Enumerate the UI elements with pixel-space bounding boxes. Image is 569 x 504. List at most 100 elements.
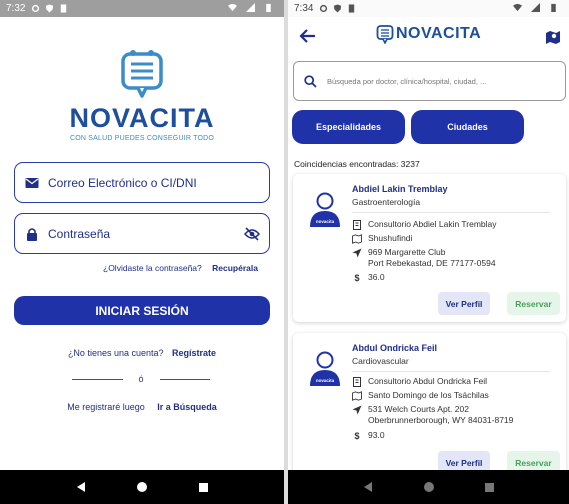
system-nav-bar [0,470,284,504]
doctor-specialty: Gastroenterología [352,197,421,207]
price-row: $ 36.0 [352,272,385,283]
office-row: Consultorio Abdul Ondricka Feil [352,376,487,387]
sd-card-icon [349,4,355,13]
home-nav-icon[interactable] [423,481,435,493]
doctor-name: Abdiel Lakin Tremblay [352,184,448,194]
address-line-2: Port Rebekastad, DE 77177-0594 [368,258,496,268]
matches-count: Coincidencias encontradas: 3237 [294,159,420,169]
card-divider [352,212,550,213]
search-icon [304,74,317,88]
register-later-link[interactable]: Me registraré luego [67,402,145,412]
brand-tagline: CON SALUD PUEDES CONSEGUIR TODO [69,135,215,142]
go-to-search-link[interactable]: Ir a Búsqueda [157,402,217,412]
chat-document-icon [376,25,394,44]
app-logo: NOVACITA CON SALUD PUEDES CONSEGUIR TODO [0,48,284,142]
login-screen: 7:32 NOVACITA CON SALUD PUEDES CONSEGUIR… [0,0,284,504]
battery-icon [266,3,271,12]
brand-name: NOVACITA [69,103,215,133]
divider-line [159,378,211,380]
forgot-password-row: ¿Olvidaste la contraseña? Recupérala [103,263,258,273]
doctor-name: Abdul Ondricka Feil [352,343,438,353]
back-nav-icon[interactable] [75,481,87,493]
city-name: Shushufindi [368,233,413,243]
office-name: Consultorio Abdiel Lakin Tremblay [368,219,497,229]
search-input[interactable] [327,76,547,86]
recover-password-link[interactable]: Recupérala [212,263,258,273]
shield-icon [334,4,342,13]
system-nav-bar [288,470,569,504]
search-screen: 7:34 NOVACITA Especialidades Ciudades [288,0,569,504]
address-line-1: 531 Welch Courts Apt. 202 [368,404,469,414]
recents-nav-icon[interactable] [198,482,209,493]
status-bar: 7:34 [288,0,569,17]
consult-price: 93.0 [368,430,385,440]
book-button[interactable]: Reservar [507,292,560,315]
navigation-icon [352,248,362,258]
card-divider [352,371,550,372]
price-row: $ 93.0 [352,430,385,441]
avatar-label: novacita [316,219,335,224]
divider-line [72,378,123,380]
office-row: Consultorio Abdiel Lakin Tremblay [352,219,497,230]
status-time: 7:34 [294,3,314,14]
doctor-avatar-icon: novacita [310,351,340,386]
address-line-2: Oberbrunnerborough, WY 84031-8719 [368,415,514,425]
chat-document-icon [121,50,163,98]
shield-icon [46,4,54,13]
address-row: 969 Margarette Club Port Rebekastad, DE 7… [352,247,496,269]
map-outline-icon [352,234,362,244]
map-icon[interactable] [545,30,561,45]
register-row: ¿No tienes una cuenta? Regístrate [0,348,284,358]
password-field[interactable] [14,213,270,254]
consult-price: 36.0 [368,272,385,282]
signal-icon [531,3,540,12]
doctor-avatar-icon: novacita [310,192,340,227]
skip-row: Me registraré luego Ir a Búsqueda [0,402,284,412]
sd-card-icon [61,4,67,13]
city-name: Santo Domingo de los Tsáchilas [368,390,489,400]
status-bar: 7:32 [0,0,284,17]
cities-filter-button[interactable]: Ciudades [411,110,524,144]
city-row: Shushufindi [352,233,412,244]
top-app-bar: NOVACITA [288,21,569,51]
avatar-label: novacita [316,378,335,383]
doctor-card[interactable]: novacita Abdul Ondricka Feil Cardiovascu… [293,333,566,483]
email-icon [25,177,39,188]
address-row: 531 Welch Courts Apt. 202 Oberbrunnerboro… [352,404,513,426]
doctor-card[interactable]: novacita Abdiel Lakin Tremblay Gastroent… [293,174,566,322]
visibility-off-icon[interactable] [244,227,260,241]
navigation-icon [352,405,362,415]
password-input[interactable] [48,226,228,241]
settings-icon [32,4,40,13]
back-arrow-icon[interactable] [298,28,316,44]
building-icon [353,377,361,387]
map-outline-icon [352,391,362,401]
battery-icon [551,3,556,12]
city-row: Santo Domingo de los Tsáchilas [352,390,489,401]
lock-icon [27,227,37,241]
email-field[interactable] [14,162,270,203]
building-icon [353,220,361,230]
recents-nav-icon[interactable] [484,482,495,493]
wifi-icon [513,3,522,12]
brand-name: NOVACITA [396,25,482,42]
forgot-password-text: ¿Olvidaste la contraseña? [103,263,202,273]
email-input[interactable] [48,175,228,190]
app-logo: NOVACITA [376,24,481,44]
or-divider: ó [72,374,211,384]
register-link[interactable]: Regístrate [172,348,216,358]
office-name: Consultorio Abdul Ondricka Feil [368,376,488,386]
specialties-filter-button[interactable]: Especialidades [292,110,405,144]
no-account-text: ¿No tienes una cuenta? [67,348,164,358]
settings-icon [320,4,328,13]
status-time: 7:32 [6,3,26,14]
login-button[interactable]: INICIAR SESIÓN [14,296,270,325]
view-profile-button[interactable]: Ver Perfil [438,292,490,315]
back-nav-icon[interactable] [362,481,374,493]
or-text: ó [138,374,144,384]
search-bar[interactable] [293,61,566,101]
wifi-icon [228,3,237,12]
dollar-icon: $ [354,431,360,441]
doctor-specialty: Cardiovascular [352,356,409,366]
home-nav-icon[interactable] [136,481,148,493]
